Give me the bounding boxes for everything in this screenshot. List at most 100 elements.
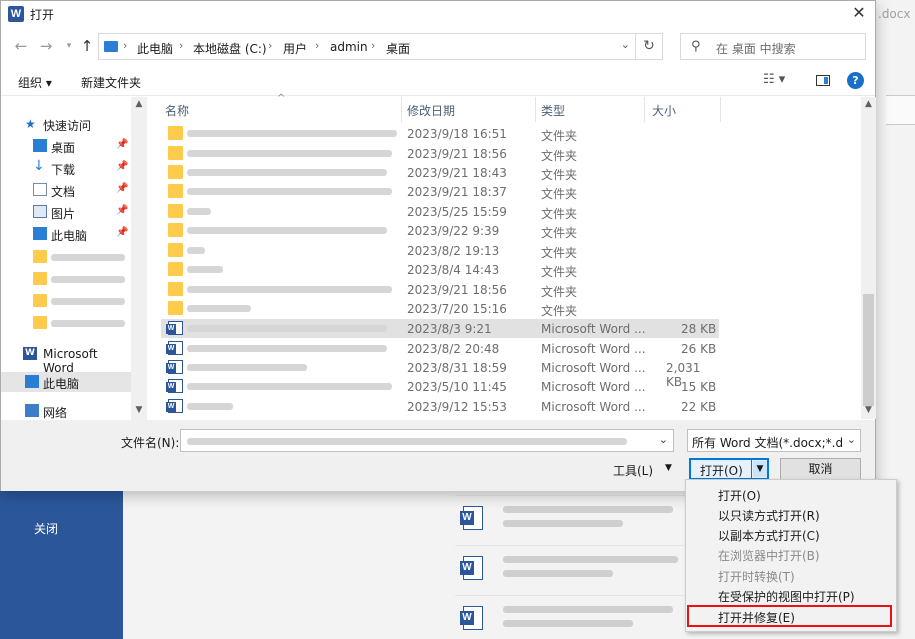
sidebar-item-this-pc[interactable]: 此电脑 <box>1 372 131 392</box>
refresh-icon[interactable]: ↻ <box>635 34 662 59</box>
pc-icon <box>33 227 47 240</box>
recent-doc-row[interactable] <box>455 545 685 589</box>
list-item[interactable]: 2023/9/21 18:37 文件夹 <box>161 182 719 201</box>
scroll-down-icon[interactable]: ▼ <box>131 405 147 415</box>
search-input[interactable]: ⚲ 在 桌面 中搜索 <box>680 33 866 60</box>
sidebar-item-network[interactable]: 网络 <box>1 401 131 421</box>
list-item[interactable]: 2023/8/2 20:48Microsoft Word ...26 KB <box>161 339 719 358</box>
column-header-type[interactable]: 类型 <box>541 97 643 122</box>
open-dropdown-arrow-icon[interactable]: ▼ <box>753 461 767 477</box>
menu-item-open-and-repair[interactable]: 打开并修复(E) <box>718 609 795 626</box>
sidebar-item-downloads[interactable]: ↓ 下载 📌 <box>1 158 131 178</box>
preview-pane-icon[interactable] <box>816 75 830 86</box>
folder-icon <box>33 316 47 329</box>
pin-icon: 📌 <box>116 161 129 172</box>
tools-dropdown-icon[interactable]: ▼ <box>665 463 672 473</box>
sidebar-label: Microsoft Word <box>43 347 98 375</box>
menu-item-open-as-copy[interactable]: 以副本方式打开(C) <box>718 527 820 544</box>
list-item[interactable]: 2023/9/12 15:53Microsoft Word ...22 KB <box>161 397 719 416</box>
word-doc-icon <box>166 399 183 413</box>
scroll-down-icon[interactable]: ▼ <box>861 405 876 415</box>
help-icon[interactable]: ? <box>847 72 864 89</box>
breadcrumb-desktop[interactable]: 桌面 <box>386 40 410 57</box>
breadcrumb-local-disk[interactable]: 本地磁盘 (C:) <box>193 40 267 57</box>
breadcrumb-this-pc[interactable]: 此电脑 <box>137 40 173 57</box>
filename-label: 文件名(N): <box>121 436 180 450</box>
column-header-size[interactable]: 大小 <box>652 97 720 122</box>
menu-item-open-protected-view[interactable]: 在受保护的视图中打开(P) <box>718 588 855 605</box>
address-bar[interactable]: › 此电脑 › 本地磁盘 (C:) › 用户 › admin › 桌面 ⌄ ↻ <box>98 33 663 60</box>
list-item[interactable]: 2023/9/22 9:39 文件夹 <box>161 221 719 240</box>
view-options-icon[interactable]: ☷ ▾ <box>763 72 785 87</box>
list-item[interactable]: 2023/9/21 18:56 文件夹 <box>161 280 719 299</box>
chevron-down-icon[interactable]: ⌄ <box>659 433 668 446</box>
forward-arrow-icon[interactable]: → <box>38 37 54 55</box>
recent-locations-chevron-icon[interactable]: ▾ <box>61 37 77 55</box>
sidebar-item-folder[interactable] <box>1 269 131 289</box>
chevron-down-icon: ⌄ <box>846 433 856 446</box>
documents-icon <box>33 183 47 196</box>
word-doc-icon <box>460 506 483 530</box>
sidebar-label: 下载 <box>51 163 76 177</box>
filetype-select[interactable]: 所有 Word 文档(*.docx;*.docm ⌄ <box>687 429 861 452</box>
column-header-modified[interactable]: 修改日期 <box>407 97 535 122</box>
dialog-title: 打开 <box>30 8 55 22</box>
pc-icon <box>104 41 118 52</box>
sidebar-label: 文档 <box>51 185 76 199</box>
sidebar-label: 桌面 <box>51 141 76 155</box>
tools-button[interactable]: 工具(L) <box>613 462 653 479</box>
star-icon: ★ <box>25 117 36 131</box>
list-item[interactable]: 2023/8/31 18:59Microsoft Word ...2,031 K… <box>161 358 719 389</box>
recent-doc-row[interactable] <box>455 595 685 639</box>
sidebar-item-pictures[interactable]: 图片 📌 <box>1 202 131 222</box>
sidebar-label: 网络 <box>43 406 68 420</box>
backstage-close[interactable]: 关闭 <box>34 520 58 537</box>
scroll-up-icon[interactable]: ▲ <box>861 99 876 109</box>
list-item[interactable]: 2023/9/21 18:43 文件夹 <box>161 163 719 182</box>
organize-button[interactable]: 组织 ▾ <box>18 74 52 91</box>
breadcrumb-users[interactable]: 用户 <box>283 40 307 57</box>
backstage-nav: 关闭 <box>0 490 123 639</box>
search-placeholder: 在 桌面 中搜索 <box>716 42 796 56</box>
sidebar-item-documents[interactable]: 文档 📌 <box>1 180 131 200</box>
back-arrow-icon[interactable]: ← <box>13 37 29 55</box>
sort-ascending-icon: ^ <box>277 93 286 104</box>
list-item[interactable]: 2023/9/18 16:51 文件夹 <box>161 124 719 143</box>
scrollbar-thumb[interactable] <box>863 294 874 406</box>
new-folder-button[interactable]: 新建文件夹 <box>81 74 141 91</box>
file-list-scrollbar[interactable]: ▲ ▼ <box>861 97 876 419</box>
scroll-up-icon[interactable]: ▲ <box>131 99 147 109</box>
folder-icon <box>33 272 47 285</box>
sidebar-item-quick-access[interactable]: ★ 快速访问 <box>1 114 131 134</box>
list-item[interactable]: 2023/7/20 15:16 文件夹 <box>161 299 719 318</box>
sidebar-item-folder[interactable] <box>1 291 131 311</box>
open-button-label[interactable]: 打开(O) <box>700 462 743 479</box>
list-item[interactable]: 2023/5/10 11:45Microsoft Word ...15 KB <box>161 377 719 396</box>
word-doc-icon <box>460 606 483 630</box>
sidebar-item-desktop[interactable]: 桌面 📌 <box>1 136 131 156</box>
sidebar-label: 此电脑 <box>43 377 80 391</box>
recent-doc-row[interactable] <box>455 495 685 539</box>
list-item[interactable]: 2023/5/25 15:59 文件夹 <box>161 202 719 221</box>
column-header-name[interactable]: 名称 ^ <box>165 93 401 122</box>
close-icon[interactable]: ✕ <box>849 3 869 23</box>
open-options-menu: 打开(O) 以只读方式打开(R) 以副本方式打开(C) 在浏览器中打开(B) 打… <box>685 479 897 632</box>
pin-icon: 📌 <box>116 227 129 238</box>
sidebar-item-this-pc-pinned[interactable]: 此电脑 📌 <box>1 224 131 244</box>
address-dropdown-icon[interactable]: ⌄ <box>621 38 630 51</box>
list-item-selected[interactable]: 2023/8/3 9:21Microsoft Word ...28 KB <box>161 319 719 338</box>
filename-field[interactable]: ⌄ <box>180 429 674 452</box>
list-item[interactable]: 2023/8/4 14:43 文件夹 <box>161 260 719 279</box>
sidebar-item-microsoft-word[interactable]: W Microsoft Word <box>1 344 131 375</box>
sidebar-scrollbar[interactable]: ▲ ▼ <box>131 97 147 420</box>
up-arrow-icon[interactable]: ↑ <box>79 37 95 55</box>
list-item[interactable]: 2023/9/21 18:56 文件夹 <box>161 144 719 163</box>
menu-item-open-read-only[interactable]: 以只读方式打开(R) <box>718 507 820 524</box>
list-item[interactable]: 2023/8/2 19:13 文件夹 <box>161 241 719 260</box>
breadcrumb-admin[interactable]: admin <box>330 40 368 54</box>
sidebar-item-folder[interactable] <box>1 313 131 333</box>
menu-item-open[interactable]: 打开(O) <box>718 487 761 504</box>
cancel-button[interactable]: 取消 <box>780 458 861 480</box>
open-split-button[interactable]: 打开(O) ▼ <box>689 458 769 480</box>
sidebar-item-folder[interactable] <box>1 247 131 267</box>
